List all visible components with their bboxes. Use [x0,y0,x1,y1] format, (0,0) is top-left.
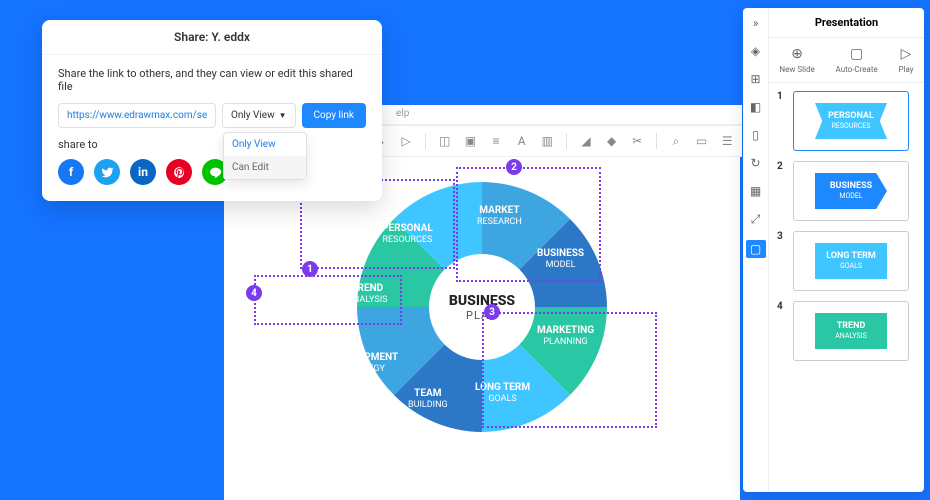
segment-team: TEAMBUILDING [408,387,448,412]
panel-title: Presentation [769,8,924,38]
copy-link-button[interactable]: Copy link [302,103,366,128]
share-url-input[interactable] [58,103,216,128]
segment-development: DEVELOPMENTSTRATEGY [328,351,398,376]
right-panel: » ◈ ⊞ ◧ ▯ ↻ ▦ ⤢ ▢ Presentation ⊕New Slid… [743,8,924,492]
facebook-icon[interactable]: f [58,159,84,185]
canvas[interactable]: MARKETRESEARCH BUSINESSMODEL MARKETINGPL… [224,157,740,500]
slide-item[interactable]: 2 BUSINESSMODEL [777,161,916,221]
layers-icon[interactable]: ◫ [438,134,452,148]
share-dialog: Share: Y. eddx Share the link to others,… [42,20,382,201]
more-icon[interactable]: ☰ [720,134,734,148]
new-slide-button[interactable]: ⊕New Slide [779,46,814,74]
permission-option-edit[interactable]: Can Edit [224,156,306,179]
linkedin-icon[interactable]: in [130,159,156,185]
play-button[interactable]: ▷Play [899,46,914,74]
shapes-icon[interactable]: ▦ [749,184,763,198]
expand-icon[interactable]: ⤢ [749,212,763,226]
fill-icon[interactable]: ◢ [579,134,593,148]
image-icon[interactable]: ▣ [464,134,478,148]
font-icon[interactable]: A [515,134,529,148]
presentation-icon[interactable]: ▢ [746,240,766,258]
auto-create-button[interactable]: ▢Auto-Create [836,46,878,74]
preview-icon[interactable]: ▭ [695,134,709,148]
permission-option-view[interactable]: Only View [224,133,306,156]
permission-dropdown: Only View Can Edit [223,132,307,180]
chart-icon[interactable]: ▥ [541,134,555,148]
marker-4: 4 [246,285,262,301]
history-icon[interactable]: ↻ [749,156,763,170]
grid-icon[interactable]: ⊞ [749,72,763,86]
slide-item[interactable]: 4 TRENDANALYSIS [777,301,916,361]
stroke-icon[interactable]: ◆ [605,134,619,148]
slide-item[interactable]: 1 PERSONALRESOURCES [777,91,916,151]
marker-2: 2 [506,159,522,175]
align-icon[interactable]: ≡ [489,134,503,148]
page-icon[interactable]: ▯ [749,128,763,142]
layers-tool-icon[interactable]: ◧ [749,100,763,114]
pen-icon[interactable]: ▷ [399,134,413,148]
share-title: Share: Y. eddx [42,20,382,55]
selection-2[interactable] [456,167,601,282]
icon-strip: » ◈ ⊞ ◧ ▯ ↻ ▦ ⤢ ▢ [743,8,769,492]
share-to-label: share to [58,138,366,151]
collapse-icon[interactable]: » [749,16,763,30]
help-menu[interactable]: elp [396,108,409,119]
selection-3[interactable] [482,312,657,428]
selection-4[interactable] [254,275,402,325]
search-icon[interactable]: ⌕ [669,134,683,148]
twitter-icon[interactable] [94,159,120,185]
chevron-down-icon: ▼ [279,111,287,120]
fill-tool-icon[interactable]: ◈ [749,44,763,58]
slide-list: 1 PERSONALRESOURCES 2 BUSINESSMODEL 3 LO… [769,83,924,379]
slide-item[interactable]: 3 LONG TERMGOALS [777,231,916,291]
share-description: Share the link to others, and they can v… [58,67,366,93]
pinterest-icon[interactable] [166,159,192,185]
crop-icon[interactable]: ✂ [630,134,644,148]
permission-select[interactable]: Only View▼ Only View Can Edit [222,103,296,128]
marker-3: 3 [484,304,500,320]
